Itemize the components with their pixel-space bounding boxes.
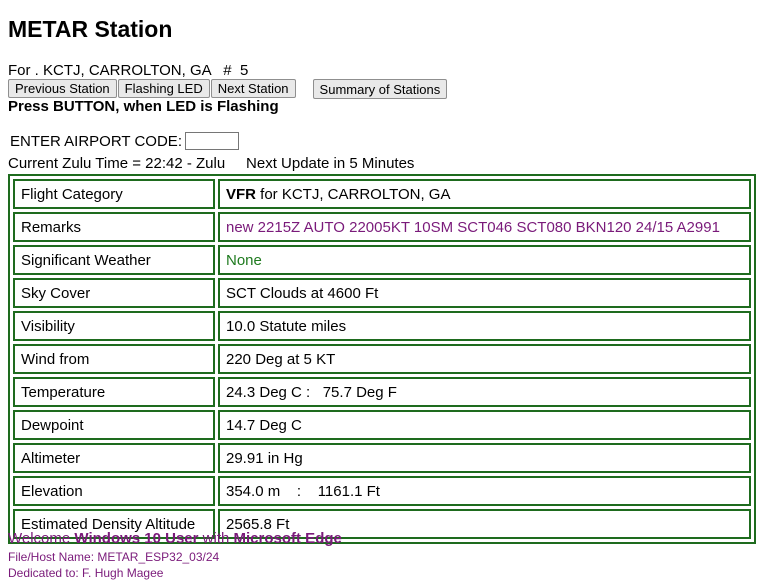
station-line: For . KCTJ, CARROLTON, GA # 5: [8, 62, 249, 79]
dedication: Dedicated to: F. Hugh Magee: [8, 566, 164, 580]
table-row: Sky Cover SCT Clouds at 4600 Ft: [13, 278, 751, 308]
row-label: Temperature: [13, 377, 215, 407]
file-host-name: File/Host Name: METAR_ESP32_03/24: [8, 550, 220, 564]
page-title: METAR Station: [8, 16, 173, 42]
table-row: Altimeter 29.91 in Hg: [13, 443, 751, 473]
airport-code-input[interactable]: [184, 132, 239, 150]
row-label: Sky Cover: [13, 278, 215, 308]
row-value: 354.0 m : 1161.1 Ft: [218, 476, 751, 506]
table-row: Temperature 24.3 Deg C : 75.7 Deg F: [13, 377, 751, 407]
row-label: Altimeter: [13, 443, 215, 473]
significant-weather-value: None: [218, 245, 751, 275]
button-row: Previous Station Flashing LED Next Stati…: [8, 79, 448, 99]
row-value: SCT Clouds at 4600 Ft: [218, 278, 751, 308]
airport-code-label: ENTER AIRPORT CODE:: [10, 132, 182, 150]
row-label: Significant Weather: [13, 245, 215, 275]
row-label: Visibility: [13, 311, 215, 341]
welcome-prefix: Welcome: [8, 530, 75, 547]
row-label: Dewpoint: [13, 410, 215, 440]
zulu-time-line: Current Zulu Time = 22:42 - Zulu Next Up…: [8, 155, 415, 172]
welcome-mid: with: [198, 530, 234, 547]
row-value: 14.7 Deg C: [218, 410, 751, 440]
summary-of-stations-button[interactable]: Summary of Stations: [312, 79, 448, 99]
table-row: Remarks new 2215Z AUTO 22005KT 10SM SCT0…: [13, 212, 751, 242]
row-label: Flight Category: [13, 179, 215, 209]
press-button-instruction: Press BUTTON, when LED is Flashing: [8, 98, 279, 115]
flight-category-station: for KCTJ, CARROLTON, GA: [256, 185, 451, 203]
airport-code-row: ENTER AIRPORT CODE:: [10, 132, 239, 150]
table-row: Visibility 10.0 Statute miles: [13, 311, 751, 341]
row-value: VFR for KCTJ, CARROLTON, GA: [218, 179, 751, 209]
welcome-os: Windows 10 User: [74, 530, 199, 547]
welcome-line: Welcome Windows 10 User with Microsoft E…: [8, 530, 342, 547]
table-row: Flight Category VFR for KCTJ, CARROLTON,…: [13, 179, 751, 209]
row-value: 24.3 Deg C : 75.7 Deg F: [218, 377, 751, 407]
table-row: Elevation 354.0 m : 1161.1 Ft: [13, 476, 751, 506]
welcome-browser: Microsoft Edge: [233, 530, 342, 547]
flashing-led-button[interactable]: Flashing LED: [117, 79, 210, 98]
previous-station-button[interactable]: Previous Station: [8, 79, 117, 98]
flight-category-value: VFR: [226, 185, 256, 203]
next-station-button[interactable]: Next Station: [210, 79, 296, 98]
row-label: Wind from: [13, 344, 215, 374]
table-row: Wind from 220 Deg at 5 KT: [13, 344, 751, 374]
row-value: 10.0 Statute miles: [218, 311, 751, 341]
table-row: Dewpoint 14.7 Deg C: [13, 410, 751, 440]
metar-table: Flight Category VFR for KCTJ, CARROLTON,…: [8, 174, 756, 544]
row-value: 220 Deg at 5 KT: [218, 344, 751, 374]
row-value: 29.91 in Hg: [218, 443, 751, 473]
row-label: Remarks: [13, 212, 215, 242]
table-row: Significant Weather None: [13, 245, 751, 275]
remarks-value: new 2215Z AUTO 22005KT 10SM SCT046 SCT08…: [218, 212, 751, 242]
row-label: Elevation: [13, 476, 215, 506]
